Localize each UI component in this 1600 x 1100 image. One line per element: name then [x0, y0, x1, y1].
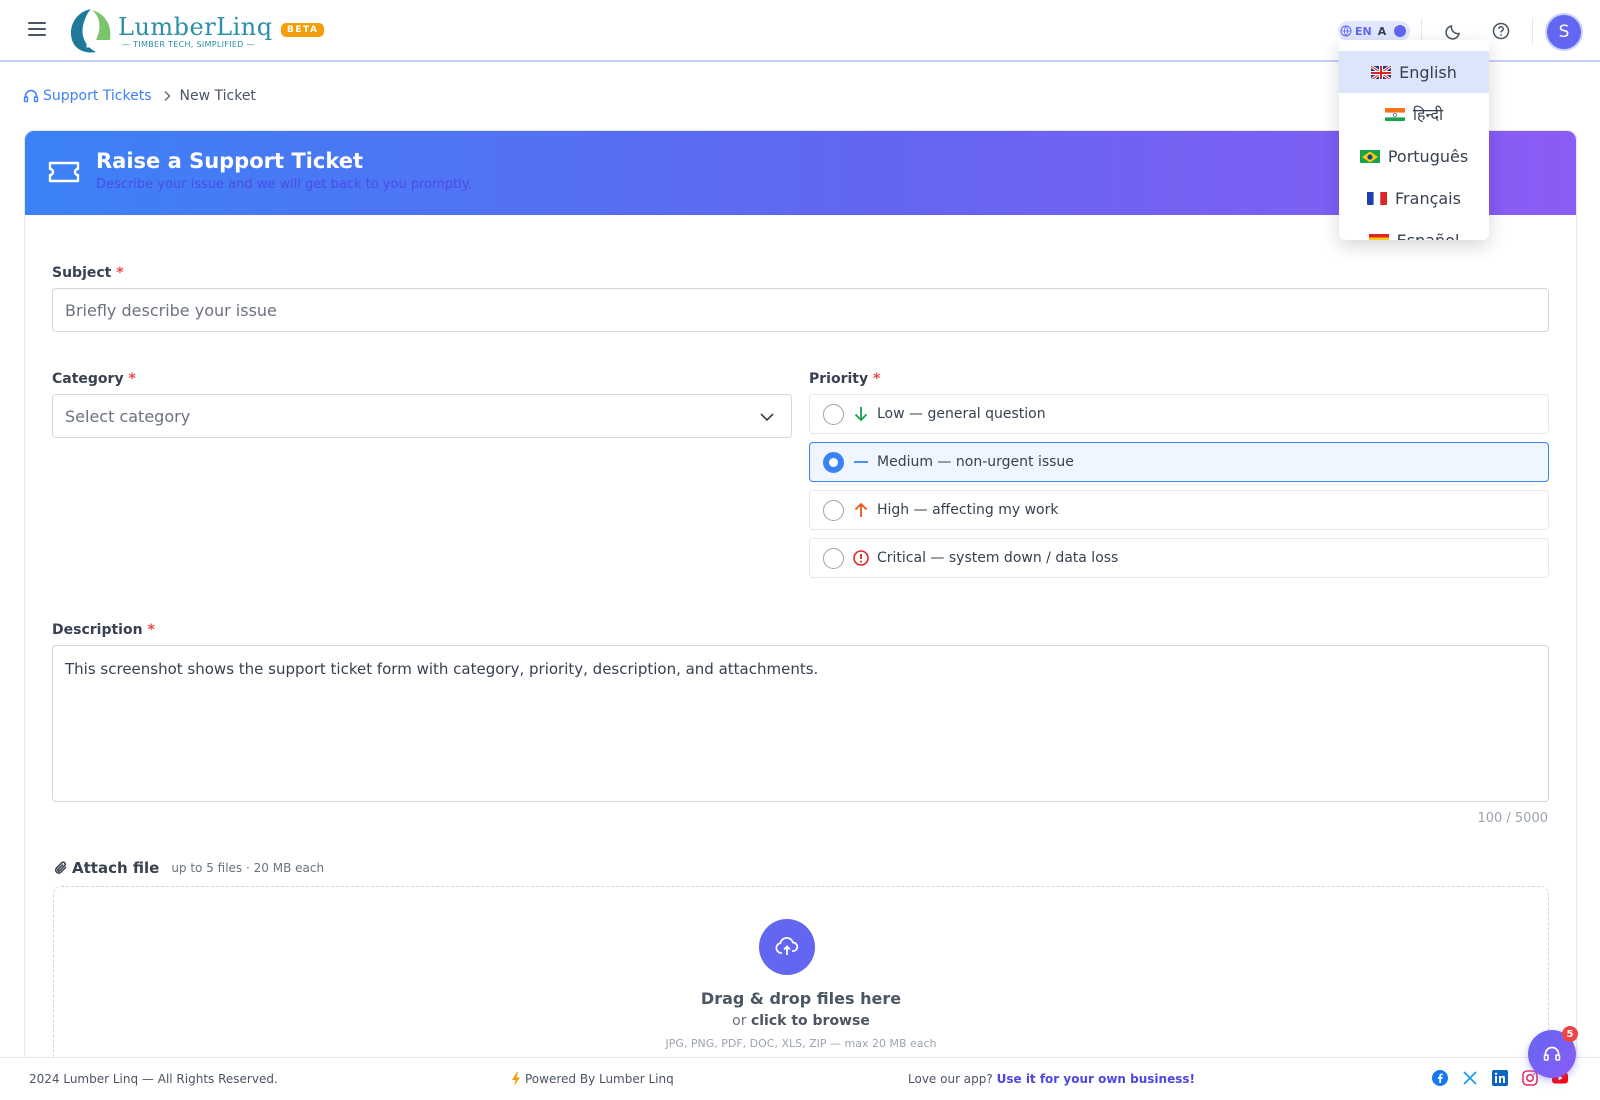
priority-label: Priority * [809, 371, 881, 387]
logo-name: LumberLinq [118, 12, 273, 41]
category-selected-value: Select category [65, 406, 191, 426]
description-textarea[interactable]: This screenshot shows the support ticket… [52, 645, 1549, 802]
card-title: Raise a Support Ticket [96, 149, 364, 173]
arrow-down-icon [854, 407, 868, 422]
language-label: हिन्दी [1412, 105, 1444, 124]
ticket-form-card: Raise a Support Ticket Describe your iss… [24, 130, 1577, 1100]
toggle-knob [1394, 25, 1406, 37]
attach-hint: up to 5 files · 20 MB each [171, 861, 325, 875]
menu-icon[interactable] [28, 22, 46, 38]
support-chat-button[interactable]: 5 [1528, 1026, 1578, 1078]
dropzone-file-types: JPG, PNG, PDF, DOC, XLS, ZIP — max 20 MB… [665, 1037, 937, 1050]
footer-promo-link[interactable]: Use it for your own business! [997, 1072, 1195, 1086]
attach-title: Attach file [72, 859, 160, 877]
language-code: EN [1355, 24, 1372, 38]
x-icon[interactable] [1462, 1070, 1478, 1086]
language-label: English [1399, 62, 1457, 82]
card-subtitle: Describe your issue and we will get back… [96, 177, 472, 192]
category-label: Category * [52, 371, 136, 387]
lightning-icon [512, 1072, 520, 1086]
france-flag-icon [1367, 191, 1388, 205]
attach-file-label: Attach file up to 5 files · 20 MB each [52, 859, 324, 877]
facebook-icon[interactable] [1432, 1070, 1448, 1086]
logo-mark-icon [66, 6, 116, 56]
header-divider [1532, 18, 1533, 44]
language-alt: A [1377, 24, 1387, 38]
language-label: Español [1396, 230, 1460, 241]
breadcrumb-parent-label: Support Tickets [43, 88, 152, 104]
radio-button[interactable] [823, 451, 844, 473]
linkedin-icon[interactable] [1492, 1070, 1508, 1086]
category-select[interactable]: Select category [52, 394, 792, 438]
app-logo[interactable]: LumberLinq — TIMBER TECH, SIMPLIFIED — [66, 6, 273, 56]
priority-option-medium[interactable]: Medium — non-urgent issue [809, 442, 1549, 482]
headset-icon [1543, 1046, 1561, 1061]
priority-option-label: Low — general question [877, 406, 1046, 422]
language-menu: English हिन्दी Português Français Españo… [1339, 40, 1489, 240]
language-option-french[interactable]: Français [1339, 177, 1489, 219]
ticket-icon [48, 161, 80, 183]
footer-promo: Love our app? Use it for your own busine… [908, 1072, 1195, 1086]
breadcrumb-support-tickets[interactable]: Support Tickets [23, 88, 152, 104]
paperclip-icon [54, 861, 67, 874]
priority-option-label: High — affecting my work [877, 502, 1059, 518]
language-option-hindi[interactable]: हिन्दी [1339, 93, 1489, 135]
beta-badge: BETA [281, 23, 325, 37]
radio-button[interactable] [823, 499, 844, 521]
priority-option-label: Medium — non-urgent issue [877, 454, 1074, 470]
notification-badge: 5 [1562, 1026, 1578, 1042]
spain-flag-icon [1368, 233, 1389, 240]
dropzone-subtitle: or click to browse [732, 1013, 870, 1029]
alert-circle-icon [853, 550, 869, 566]
footer: 2024 Lumber Linq — All Rights Reserved. … [0, 1057, 1600, 1100]
headset-icon [23, 89, 39, 103]
chevron-right-icon [163, 90, 171, 102]
priority-option-low[interactable]: Low — general question [809, 394, 1549, 434]
radio-button[interactable] [823, 547, 844, 569]
chevron-down-icon [760, 413, 774, 422]
arrow-up-icon [854, 502, 868, 517]
user-avatar[interactable]: S [1547, 15, 1581, 49]
browse-link[interactable]: click to browse [751, 1013, 870, 1029]
priority-option-critical[interactable]: Critical — system down / data loss [809, 538, 1549, 578]
subject-input[interactable] [52, 288, 1549, 332]
language-option-portuguese[interactable]: Português [1339, 135, 1489, 177]
upload-cloud-icon [759, 919, 815, 975]
india-flag-icon [1384, 107, 1405, 121]
subject-label: Subject * [52, 265, 124, 281]
footer-copyright: 2024 Lumber Linq — All Rights Reserved. [29, 1072, 278, 1086]
logo-tagline: — TIMBER TECH, SIMPLIFIED — [122, 39, 255, 49]
brazil-flag-icon [1359, 149, 1380, 163]
dash-icon [854, 461, 868, 463]
radio-button[interactable] [823, 403, 844, 425]
language-label: Português [1387, 146, 1469, 166]
help-circle-icon[interactable] [1491, 21, 1511, 41]
footer-powered-by: Powered By Lumber Linq [511, 1072, 674, 1086]
breadcrumb: Support Tickets New Ticket [23, 88, 256, 104]
language-toggle[interactable]: EN A [1338, 21, 1410, 41]
character-counter: 100 / 5000 [1477, 811, 1548, 826]
dropzone-title: Drag & drop files here [700, 989, 902, 1008]
description-label: Description * [52, 622, 155, 638]
priority-option-label: Critical — system down / data loss [877, 550, 1119, 566]
moon-icon[interactable] [1444, 21, 1464, 41]
priority-option-high[interactable]: High — affecting my work [809, 490, 1549, 530]
language-option-spanish[interactable]: Español [1339, 219, 1489, 240]
language-option-english[interactable]: English [1339, 51, 1489, 93]
language-label: Français [1395, 188, 1461, 208]
uk-flag-icon [1371, 65, 1392, 79]
breadcrumb-current: New Ticket [179, 88, 256, 104]
globe-icon [1340, 25, 1352, 37]
